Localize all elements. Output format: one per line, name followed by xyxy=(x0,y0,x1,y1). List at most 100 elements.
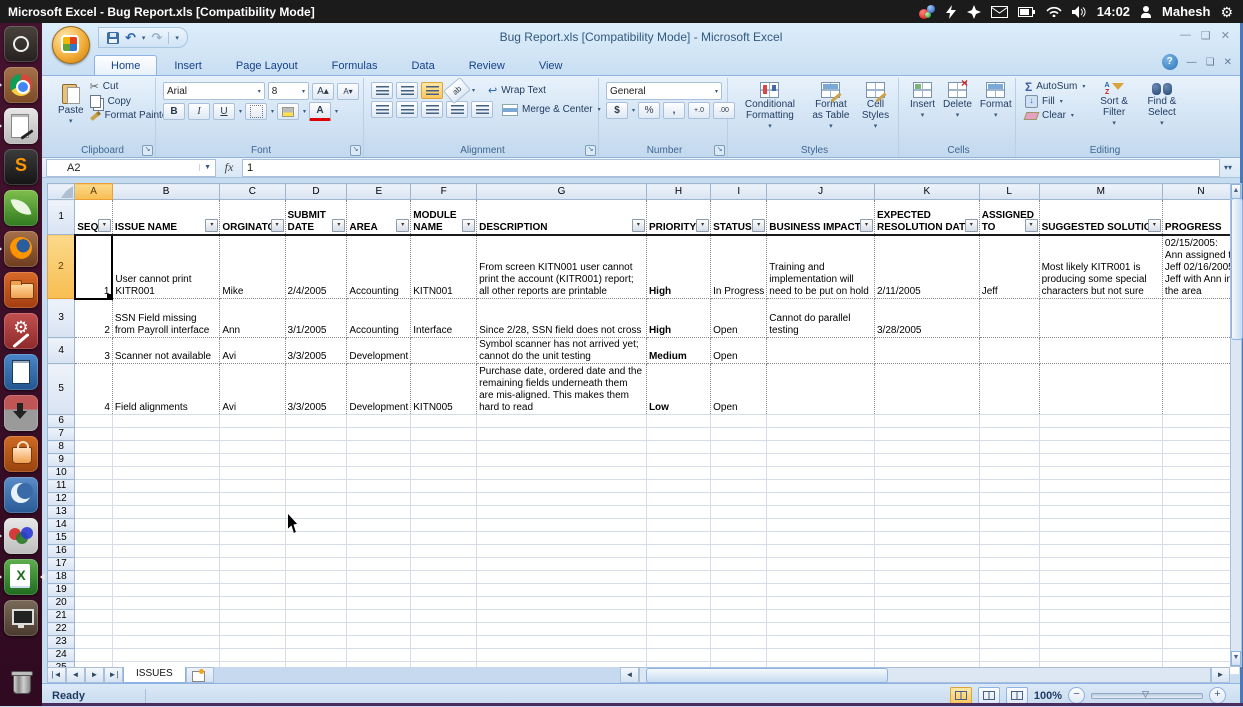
header-cell[interactable]: STATUS▾ xyxy=(711,200,767,235)
empty-cell[interactable] xyxy=(75,571,113,584)
scroll-up-arrow[interactable]: ▲ xyxy=(1231,184,1241,199)
column-header-c[interactable]: C xyxy=(220,184,285,200)
empty-cell[interactable] xyxy=(1039,519,1162,532)
header-cell[interactable]: BUSINESS IMPACT▾ xyxy=(767,200,875,235)
first-sheet-button[interactable]: |◄ xyxy=(47,667,66,683)
empty-cell[interactable] xyxy=(1039,597,1162,610)
column-header-f[interactable]: F xyxy=(411,184,477,200)
empty-cell[interactable] xyxy=(1039,636,1162,649)
empty-cell[interactable] xyxy=(646,532,710,545)
cell[interactable] xyxy=(1039,299,1162,338)
dock-item-file-manager[interactable] xyxy=(4,272,38,308)
empty-cell[interactable] xyxy=(874,519,979,532)
battery-icon[interactable] xyxy=(1018,7,1036,17)
font-color-button[interactable]: A xyxy=(309,102,331,121)
header-cell[interactable]: ORGINATOR▾ xyxy=(220,200,285,235)
empty-cell[interactable] xyxy=(411,415,477,428)
cell[interactable]: Development xyxy=(347,364,411,415)
cell[interactable]: Since 2/28, SSN field does not cross xyxy=(477,299,647,338)
empty-cell[interactable] xyxy=(711,467,767,480)
column-header-i[interactable]: I xyxy=(711,184,767,200)
gear-icon[interactable]: ⚙ xyxy=(1220,5,1233,19)
empty-cell[interactable] xyxy=(874,467,979,480)
cell[interactable]: 3/28/2005 xyxy=(874,299,979,338)
filter-dropdown[interactable]: ▾ xyxy=(1148,219,1161,232)
empty-cell[interactable] xyxy=(411,558,477,571)
cell[interactable]: Scanner not available xyxy=(112,338,219,364)
empty-cell[interactable] xyxy=(75,519,113,532)
cell[interactable] xyxy=(874,338,979,364)
empty-cell[interactable] xyxy=(1162,545,1239,558)
row-header[interactable]: 5 xyxy=(48,364,75,415)
empty-cell[interactable] xyxy=(75,623,113,636)
empty-cell[interactable] xyxy=(767,506,875,519)
cell[interactable]: Field alignments xyxy=(112,364,219,415)
empty-cell[interactable] xyxy=(411,493,477,506)
align-top-button[interactable] xyxy=(371,82,393,99)
empty-cell[interactable] xyxy=(347,545,411,558)
empty-cell[interactable] xyxy=(874,558,979,571)
empty-cell[interactable] xyxy=(1162,623,1239,636)
cell[interactable]: 2 xyxy=(75,299,113,338)
row-header[interactable]: 23 xyxy=(48,636,75,649)
column-header-n[interactable]: N xyxy=(1162,184,1239,200)
column-header-d[interactable]: D xyxy=(285,184,347,200)
cell[interactable]: Symbol scanner has not arrived yet; cann… xyxy=(477,338,647,364)
empty-cell[interactable] xyxy=(112,610,219,623)
empty-cell[interactable] xyxy=(646,441,710,454)
empty-cell[interactable] xyxy=(75,584,113,597)
empty-cell[interactable] xyxy=(874,493,979,506)
empty-cell[interactable] xyxy=(646,545,710,558)
clear-button[interactable]: Clear▾ xyxy=(1023,109,1087,123)
empty-cell[interactable] xyxy=(220,584,285,597)
empty-cell[interactable] xyxy=(477,558,647,571)
dock-item-screenshot-tool[interactable] xyxy=(4,600,38,636)
header-cell[interactable]: ASSIGNED TO▾ xyxy=(979,200,1039,235)
empty-cell[interactable] xyxy=(711,454,767,467)
empty-cell[interactable] xyxy=(979,506,1039,519)
empty-cell[interactable] xyxy=(874,480,979,493)
empty-cell[interactable] xyxy=(646,584,710,597)
empty-cell[interactable] xyxy=(646,636,710,649)
empty-cell[interactable] xyxy=(1039,545,1162,558)
empty-cell[interactable] xyxy=(477,467,647,480)
cell[interactable]: Avi xyxy=(220,338,285,364)
column-header-k[interactable]: K xyxy=(874,184,979,200)
cell[interactable]: KITN005 xyxy=(411,364,477,415)
empty-cell[interactable] xyxy=(1162,415,1239,428)
cell[interactable]: KITN001 xyxy=(411,235,477,299)
font-size-combo[interactable]: 8▾ xyxy=(268,82,309,100)
name-box[interactable]: A2▼ xyxy=(46,159,216,177)
increase-indent-button[interactable] xyxy=(471,101,493,118)
empty-cell[interactable] xyxy=(112,584,219,597)
number-dialog-launcher[interactable]: ↘ xyxy=(714,145,725,156)
row-header[interactable]: 6 xyxy=(48,415,75,428)
empty-cell[interactable] xyxy=(874,506,979,519)
align-middle-button[interactable] xyxy=(396,82,418,99)
horizontal-scroll-thumb[interactable] xyxy=(646,668,888,683)
empty-cell[interactable] xyxy=(112,519,219,532)
empty-cell[interactable] xyxy=(767,610,875,623)
empty-cell[interactable] xyxy=(347,519,411,532)
row-header[interactable]: 16 xyxy=(48,545,75,558)
align-right-button[interactable] xyxy=(421,101,443,118)
empty-cell[interactable] xyxy=(979,571,1039,584)
filter-dropdown[interactable]: ▾ xyxy=(462,219,475,232)
dock-item-firefox[interactable] xyxy=(4,231,38,267)
empty-cell[interactable] xyxy=(874,441,979,454)
empty-cell[interactable] xyxy=(112,467,219,480)
header-cell[interactable]: PROGRESS xyxy=(1162,200,1239,235)
empty-cell[interactable] xyxy=(767,441,875,454)
empty-cell[interactable] xyxy=(874,597,979,610)
normal-view-button[interactable] xyxy=(950,687,972,704)
empty-cell[interactable] xyxy=(285,493,347,506)
empty-cell[interactable] xyxy=(711,558,767,571)
cell[interactable]: Development xyxy=(347,338,411,364)
empty-cell[interactable] xyxy=(711,428,767,441)
empty-cell[interactable] xyxy=(75,506,113,519)
column-header-b[interactable]: B xyxy=(112,184,219,200)
empty-cell[interactable] xyxy=(347,584,411,597)
empty-cell[interactable] xyxy=(646,506,710,519)
cell[interactable] xyxy=(874,364,979,415)
empty-cell[interactable] xyxy=(477,532,647,545)
